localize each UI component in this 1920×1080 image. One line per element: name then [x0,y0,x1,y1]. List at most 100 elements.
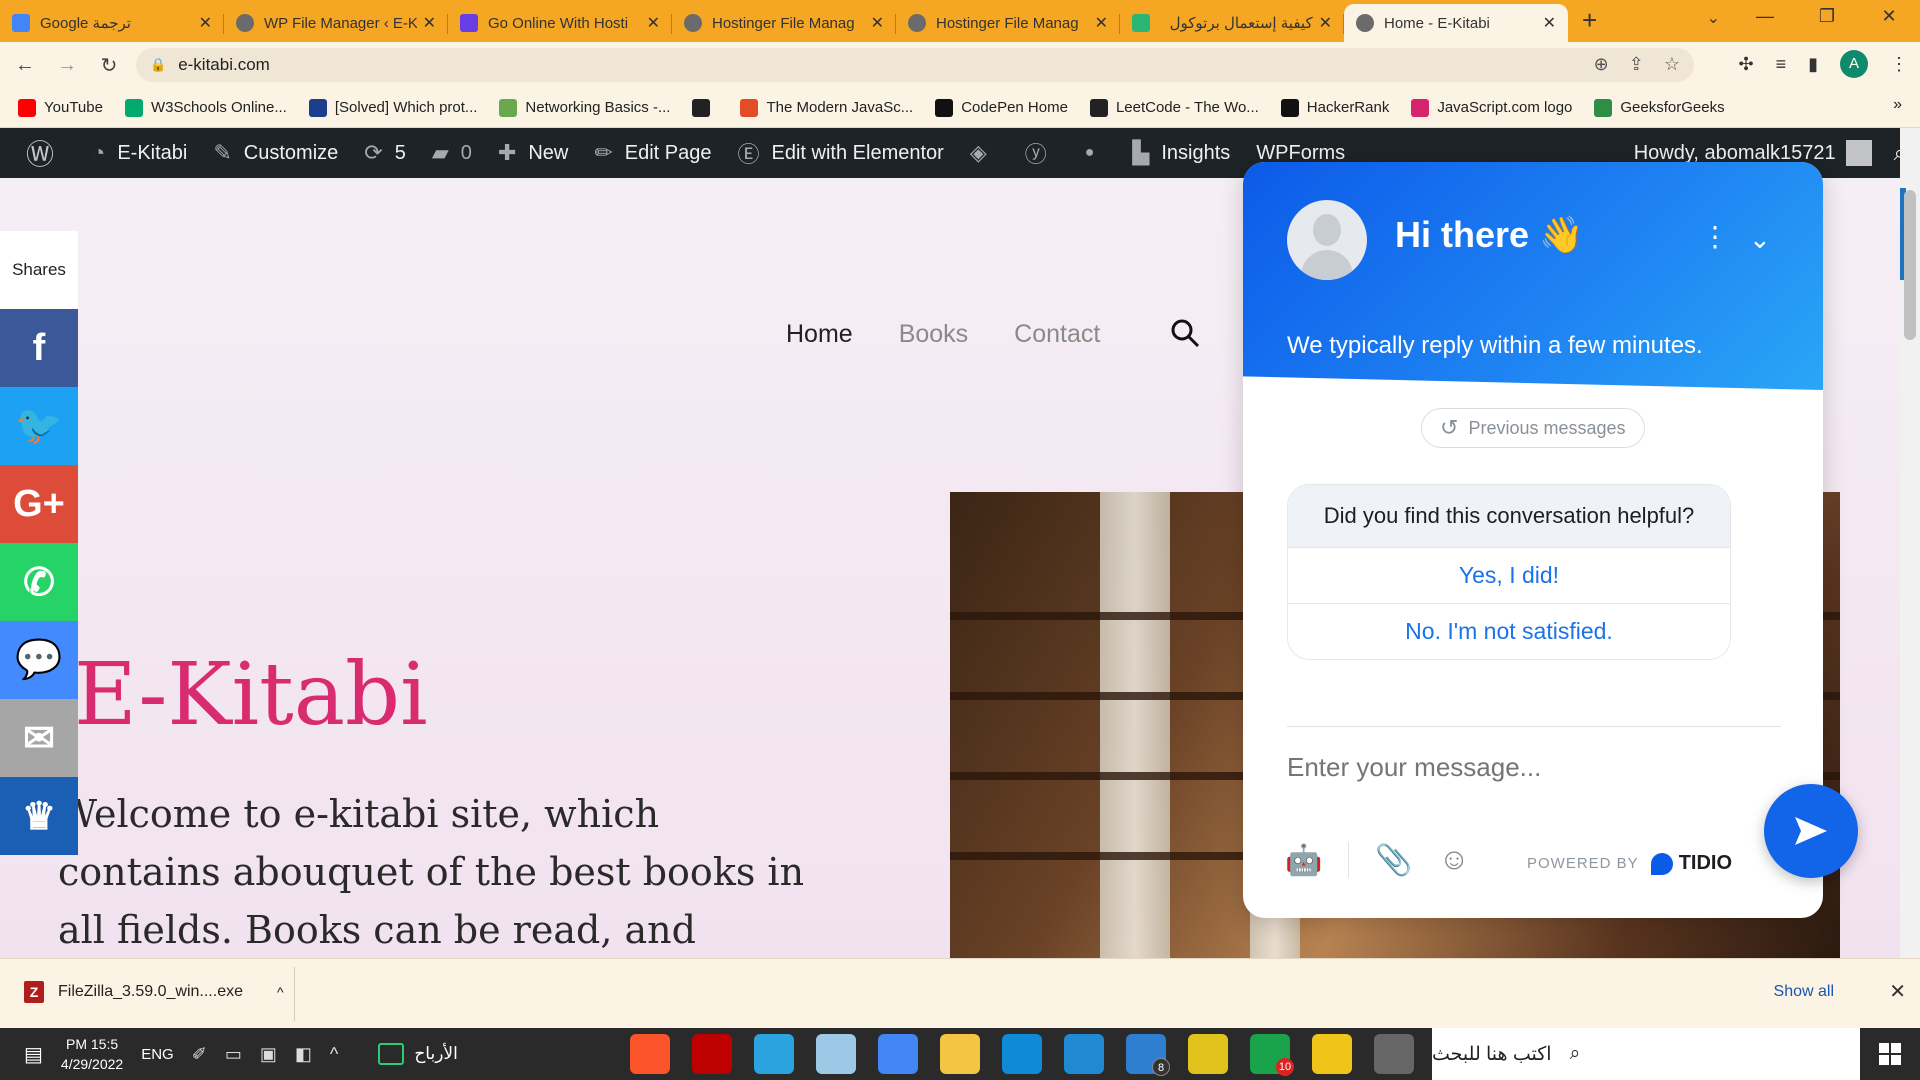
share-crown-button[interactable]: ♛ [0,777,78,855]
clock[interactable]: PM 15:5 4/29/2022 [61,1034,123,1074]
chevron-up-icon[interactable]: ^ [277,984,284,1000]
yoast-icon[interactable]: ⓨ [1025,137,1059,169]
taskbar-store-icon[interactable] [1312,1034,1352,1074]
browser-tab-active[interactable]: Home - E-Kitabi ✕ [1344,4,1568,42]
taskbar-brave-icon[interactable] [630,1034,670,1074]
download-item[interactable]: Z FileZilla_3.59.0_win....exe ^ [24,981,284,1003]
nav-home[interactable]: Home [786,320,853,349]
taskbar-xampp-icon[interactable] [1188,1034,1228,1074]
elementor-link[interactable]: Ⓔ Edit with Elementor [738,137,944,169]
wordpress-logo-icon[interactable]: Ⓦ [26,133,66,173]
side-panel-icon[interactable]: ▮ [1808,54,1818,75]
browser-tab[interactable]: Google ترجمة ✕ [0,4,224,42]
url-text[interactable]: e-kitabi.com [178,55,270,75]
notifications-icon[interactable]: ▤ [24,1042,43,1067]
diamond-plugin-icon[interactable]: ◈ [970,140,999,166]
close-icon[interactable]: ✕ [647,13,660,33]
bookmark-item[interactable]: The Modern JavaSc... [740,98,913,117]
tab-search-icon[interactable]: ⌄ [1707,8,1720,28]
survey-option-yes[interactable]: Yes, I did! [1288,547,1730,603]
message-input[interactable] [1287,752,1717,783]
scrollbar-thumb[interactable] [1904,190,1916,340]
volume-icon[interactable]: ◧ [295,1044,312,1065]
close-icon[interactable]: ✕ [871,13,884,33]
browser-tab[interactable]: Hostinger File Manag ✕ [896,4,1120,42]
new-content-link[interactable]: ✚ New [498,140,568,166]
attachment-icon[interactable]: 📎 [1375,843,1412,878]
chevron-down-icon[interactable]: ⌄ [1749,224,1771,255]
nav-books[interactable]: Books [899,320,968,349]
browser-tab[interactable]: كيفية إستعمال برتوكول ✕ [1120,4,1344,42]
close-icon[interactable]: ✕ [1543,13,1556,33]
taskbar-telegram-icon[interactable] [754,1034,794,1074]
maximize-icon[interactable]: ❐ [1796,6,1858,27]
media-icon[interactable]: ≡ [1776,54,1787,75]
status-dot-icon[interactable]: ● [1085,144,1107,162]
close-icon[interactable]: ✕ [199,13,212,33]
language-indicator[interactable]: ENG [141,1046,174,1063]
profile-avatar[interactable]: A [1840,50,1868,78]
reload-icon[interactable]: ↻ [92,53,126,78]
bookmark-item[interactable]: [Solved] Which prot... [308,98,477,117]
close-window-icon[interactable]: ✕ [1858,6,1920,27]
bookmarks-overflow-icon[interactable]: » [1893,96,1902,114]
battery-icon[interactable]: ▭ [225,1044,242,1065]
taskbar-file-explorer-icon[interactable] [940,1034,980,1074]
bot-icon[interactable]: 🤖 [1285,843,1322,878]
close-icon[interactable]: ✕ [1319,13,1332,33]
taskbar-antivirus-icon[interactable]: 10 [1250,1034,1294,1076]
user-avatar[interactable] [1845,140,1872,166]
bookmark-item[interactable]: JavaScript.com logo [1411,98,1572,117]
taskbar-search[interactable]: ⌕ اكتب هنا للبحث [1432,1028,1860,1080]
browser-tab[interactable]: Go Online With Hosti ✕ [448,4,672,42]
survey-option-no[interactable]: No. I'm not satisfied. [1288,603,1730,659]
pen-icon[interactable]: ✐ [192,1044,207,1065]
share-twitter-button[interactable]: 🐦 [0,387,78,465]
share-whatsapp-button[interactable]: ✆ [0,543,78,621]
close-icon[interactable]: ✕ [423,13,436,33]
comments-link[interactable]: ▰ 0 [432,140,472,166]
forward-icon[interactable]: → [50,54,84,77]
powered-by[interactable]: POWERED BY TIDIO [1527,852,1732,875]
share-icon[interactable]: ⇪ [1629,54,1644,75]
edit-page-link[interactable]: ✏ Edit Page [594,140,711,166]
taskbar-edge-icon[interactable] [1002,1034,1042,1074]
site-name-link[interactable]: ◔ E-Kitabi [92,140,187,166]
bookmark-item[interactable]: GeeksforGeeks [1594,98,1725,117]
taskbar-snipping-icon[interactable] [1374,1034,1414,1074]
close-icon[interactable]: ✕ [1095,13,1108,33]
taskbar-filezilla-icon[interactable] [692,1034,732,1074]
minimize-icon[interactable]: — [1734,6,1796,27]
news-widget[interactable]: الأرباح [378,1043,458,1065]
nav-contact[interactable]: Contact [1014,320,1100,349]
share-email-button[interactable]: ✉ [0,699,78,777]
zoom-icon[interactable]: ⊕ [1594,54,1609,75]
bookmark-item[interactable]: YouTube [18,98,103,117]
bookmark-item[interactable]: Networking Basics -... [499,98,670,117]
bookmark-item[interactable]: W3Schools Online... [124,98,287,117]
bookmark-item[interactable] [692,98,718,117]
insights-link[interactable]: ▙ Insights [1132,140,1230,166]
bookmark-item[interactable]: CodePen Home [935,98,1068,117]
show-all-button[interactable]: Show all [1774,983,1834,1001]
new-tab-button[interactable]: + [1582,5,1597,36]
previous-messages-button[interactable]: ↺ Previous messages [1421,408,1645,448]
taskbar-vscode-icon[interactable] [1064,1034,1104,1074]
address-bar[interactable]: 🔒 e-kitabi.com ⊕ ⇪ ☆ [136,48,1694,82]
extensions-icon[interactable]: ✣ [1738,54,1753,75]
share-facebook-button[interactable]: f [0,309,78,387]
bookmark-item[interactable]: LeetCode - The Wo... [1089,98,1259,117]
browser-tab[interactable]: Hostinger File Manag ✕ [672,4,896,42]
send-button[interactable] [1764,784,1858,878]
more-options-icon[interactable]: ⋮ [1701,220,1729,253]
start-button[interactable] [1860,1028,1920,1080]
bookmark-item[interactable]: HackerRank [1280,98,1389,117]
share-messenger-button[interactable]: 💬 [0,621,78,699]
close-icon[interactable]: ✕ [1889,979,1906,1004]
menu-icon[interactable]: ⋮ [1890,54,1908,75]
back-icon[interactable]: ← [8,54,42,77]
browser-tab[interactable]: WP File Manager ‹ E-K ✕ [224,4,448,42]
tray-overflow-icon[interactable]: ^ [330,1044,338,1065]
customize-link[interactable]: ✎ Customize [213,140,338,166]
page-scrollbar[interactable] [1900,128,1920,958]
